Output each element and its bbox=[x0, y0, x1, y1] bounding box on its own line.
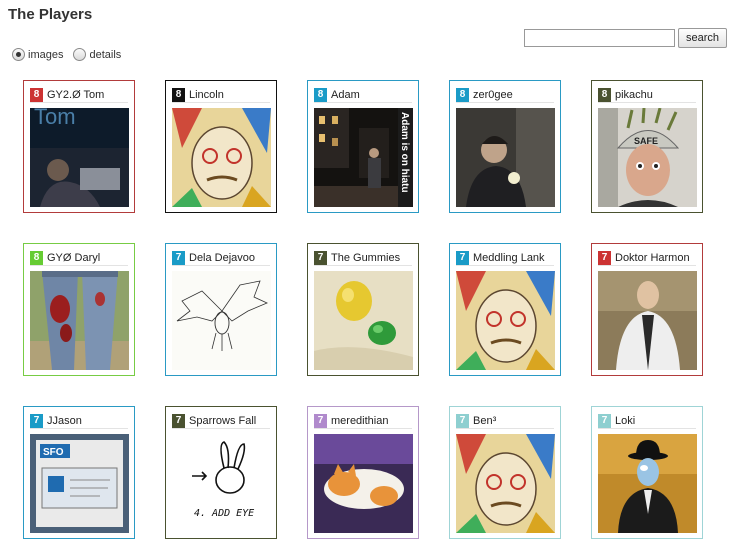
player-card-header: 7 Loki bbox=[598, 413, 696, 429]
radio-details[interactable] bbox=[73, 48, 87, 61]
player-level-badge: 7 bbox=[314, 413, 327, 428]
player-card[interactable]: 7 Ben³ bbox=[449, 406, 561, 539]
player-card[interactable]: 7 JJason SFO bbox=[23, 406, 135, 539]
player-card-header: 8 GYØ Daryl bbox=[30, 250, 128, 266]
player-level-badge: 7 bbox=[314, 250, 327, 265]
man-in-labcoat-photo[interactable] bbox=[598, 271, 697, 370]
player-card[interactable]: 8 GY2.Ø Tom Tom bbox=[23, 80, 135, 213]
player-level-badge: 7 bbox=[598, 413, 611, 428]
player-card-header: 7 Dela Dejavoo bbox=[172, 250, 270, 266]
player-name[interactable]: pikachu bbox=[615, 89, 653, 101]
painted-face-photo[interactable] bbox=[172, 108, 271, 207]
player-name[interactable]: Loki bbox=[615, 415, 635, 427]
player-card-header: 8 GY2.Ø Tom bbox=[30, 87, 128, 103]
svg-text:4. ADD EYE: 4. ADD EYE bbox=[194, 508, 254, 519]
player-card[interactable]: 7 Meddling Lank bbox=[449, 243, 561, 376]
view-images-label: images bbox=[28, 48, 64, 61]
svg-text:Tom: Tom bbox=[34, 108, 76, 129]
player-name[interactable]: GYØ Daryl bbox=[47, 252, 100, 264]
player-level-badge: 8 bbox=[172, 87, 185, 102]
player-card[interactable]: 8 GYØ Daryl bbox=[23, 243, 135, 376]
player-name[interactable]: GY2.Ø Tom bbox=[47, 89, 104, 101]
player-name[interactable]: JJason bbox=[47, 415, 82, 427]
player-card[interactable]: 8 Adam Adam is on hiatu bbox=[307, 80, 419, 213]
view-details-label: details bbox=[89, 48, 122, 61]
player-card-header: 8 zer0gee bbox=[456, 87, 554, 103]
night-street-photo[interactable]: Adam is on hiatu bbox=[314, 108, 413, 207]
view-toggle: images details bbox=[12, 48, 131, 61]
page-title: The Players bbox=[8, 6, 93, 23]
gummy-candies-photo[interactable] bbox=[314, 271, 413, 370]
player-card-header: 7 The Gummies bbox=[314, 250, 412, 266]
search-input[interactable] bbox=[524, 29, 675, 47]
player-card-header: 8 Adam bbox=[314, 87, 412, 103]
person-with-flashlight-photo[interactable] bbox=[456, 108, 555, 207]
player-level-badge: 7 bbox=[456, 250, 469, 265]
player-name[interactable]: The Gummies bbox=[331, 252, 400, 264]
player-card-header: 7 Meddling Lank bbox=[456, 250, 554, 266]
player-name[interactable]: zer0gee bbox=[473, 89, 513, 101]
player-level-badge: 8 bbox=[598, 87, 611, 102]
svg-text:Adam is on hiatu: Adam is on hiatu bbox=[399, 112, 410, 193]
player-card[interactable]: 7 The Gummies bbox=[307, 243, 419, 376]
player-card[interactable]: 8 Lincoln bbox=[165, 80, 277, 213]
sleeping-cat-photo[interactable] bbox=[314, 434, 413, 533]
player-name[interactable]: Meddling Lank bbox=[473, 252, 545, 264]
player-card[interactable]: 7 Doktor Harmon bbox=[591, 243, 703, 376]
player-card-header: 7 JJason bbox=[30, 413, 128, 429]
player-level-badge: 7 bbox=[172, 413, 185, 428]
player-card-header: 7 meredithian bbox=[314, 413, 412, 429]
search-button[interactable]: search bbox=[678, 28, 727, 48]
player-level-badge: 7 bbox=[172, 250, 185, 265]
player-card-header: 7 Doktor Harmon bbox=[598, 250, 696, 266]
rabbit-sketch-photo[interactable]: 4. ADD EYE bbox=[172, 434, 271, 533]
view-images-option[interactable]: images bbox=[12, 48, 63, 61]
player-card[interactable]: 7 Dela Dejavoo bbox=[165, 243, 277, 376]
player-card-header: 7 Ben³ bbox=[456, 413, 554, 429]
sfo-sign-photo[interactable]: SFO bbox=[30, 434, 129, 533]
player-card[interactable]: 7 Loki bbox=[591, 406, 703, 539]
player-level-badge: 7 bbox=[456, 413, 469, 428]
player-name[interactable]: Doktor Harmon bbox=[615, 252, 690, 264]
player-name[interactable]: Sparrows Fall bbox=[189, 415, 256, 427]
painted-face-photo[interactable] bbox=[456, 271, 555, 370]
person-with-helmet-photo[interactable]: SAFE bbox=[598, 108, 697, 207]
player-level-badge: 7 bbox=[598, 250, 611, 265]
view-details-option[interactable]: details bbox=[73, 48, 121, 61]
svg-text:SFO: SFO bbox=[43, 447, 64, 458]
player-card[interactable]: 7 meredithian bbox=[307, 406, 419, 539]
painted-face-photo[interactable] bbox=[456, 434, 555, 533]
player-name[interactable]: Adam bbox=[331, 89, 360, 101]
radio-images[interactable] bbox=[12, 48, 25, 61]
player-card[interactable]: 8 zer0gee bbox=[449, 80, 561, 213]
player-name[interactable]: meredithian bbox=[331, 415, 388, 427]
player-card-header: 8 pikachu bbox=[598, 87, 696, 103]
person-at-laptop-photo[interactable]: Tom bbox=[30, 108, 129, 207]
player-card[interactable]: 8 pikachu SAFE bbox=[591, 80, 703, 213]
player-level-badge: 8 bbox=[30, 87, 43, 102]
player-card-header: 7 Sparrows Fall bbox=[172, 413, 270, 429]
player-name[interactable]: Ben³ bbox=[473, 415, 496, 427]
bat-sketch-photo[interactable] bbox=[172, 271, 271, 370]
bowler-hat-man-photo[interactable] bbox=[598, 434, 697, 533]
player-level-badge: 8 bbox=[314, 87, 327, 102]
player-level-badge: 7 bbox=[30, 413, 43, 428]
player-card[interactable]: 7 Sparrows Fall 4. ADD EYE bbox=[165, 406, 277, 539]
player-level-badge: 8 bbox=[30, 250, 43, 265]
player-name[interactable]: Lincoln bbox=[189, 89, 224, 101]
player-level-badge: 8 bbox=[456, 87, 469, 102]
players-grid: 8 GY2.Ø Tom Tom 8 Lincoln 8 Adam Adam is… bbox=[23, 80, 703, 539]
player-card-header: 8 Lincoln bbox=[172, 87, 270, 103]
paint-splattered-jeans-photo[interactable] bbox=[30, 271, 129, 370]
player-name[interactable]: Dela Dejavoo bbox=[189, 252, 255, 264]
